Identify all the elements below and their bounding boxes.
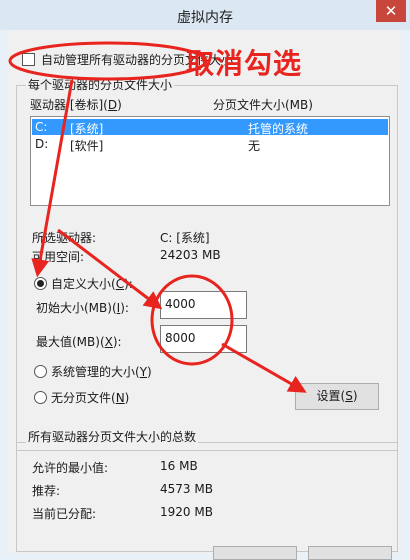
free-space-label: 可用空间: [32,250,85,264]
title-bar: 虚拟内存 ✕ [0,0,410,30]
no-paging-label[interactable]: 无分页文件(N) [51,389,129,406]
recommended-value: 4573 MB [160,482,213,496]
cancel-button[interactable] [308,546,392,560]
drive-letter: C: [35,120,48,134]
free-space-value: 24203 MB [160,248,221,262]
auto-manage-checkbox[interactable] [22,53,35,66]
drive-paging-group-title: 每个驱动器的分页文件大小 [26,76,175,93]
drive-row-c[interactable]: C: [系统] 托管的系统 [32,119,388,136]
drive-letter: D: [35,137,49,151]
close-button[interactable]: ✕ [376,0,406,22]
custom-size-radio[interactable] [34,277,47,290]
min-allowed-value: 16 MB [160,459,198,473]
current-allocated-label: 当前已分配: [32,507,97,521]
totals-group-title: 所有驱动器分页文件大小的总数 [26,428,199,445]
initial-size-label: 初始大小(MB)(I): [36,301,129,315]
annotation-text: 取消勾选 [186,47,303,80]
initial-size-input[interactable]: 4000 [160,291,247,319]
drive-size: 无 [248,139,261,153]
no-paging-radio[interactable] [34,391,47,404]
system-managed-radio[interactable] [34,365,47,378]
ok-button[interactable] [213,546,297,560]
column-header-drive: 驱动器 [卷标](D) [30,98,122,112]
column-header-size: 分页文件大小(MB) [213,98,313,112]
selected-drive-value: C: [系统] [160,231,210,245]
recommended-label: 推荐: [32,484,61,498]
custom-size-label[interactable]: 自定义大小(C): [51,275,133,292]
drive-row-d[interactable]: D: [软件] 无 [32,136,388,153]
max-size-input[interactable]: 8000 [160,325,247,353]
drive-label: [系统] [70,122,104,136]
drive-size: 托管的系统 [248,122,309,136]
drive-label: [软件] [70,139,104,153]
drive-list[interactable]: C: [系统] 托管的系统 D: [软件] 无 [30,116,390,206]
window-title: 虚拟内存 [177,10,233,26]
dialog-body: 自动管理所有驱动器的分页文件大小 每个驱动器的分页文件大小 驱动器 [卷标](D… [8,30,402,560]
system-managed-label[interactable]: 系统管理的大小(Y) [51,363,152,380]
max-size-label: 最大值(MB)(X): [36,335,122,349]
radio-selected-dot [37,280,44,287]
selected-drive-label: 所选驱动器: [32,231,97,245]
min-allowed-label: 允许的最小值: [32,461,109,475]
current-allocated-value: 1920 MB [160,505,213,519]
set-button[interactable]: 设置(S) [295,383,379,410]
